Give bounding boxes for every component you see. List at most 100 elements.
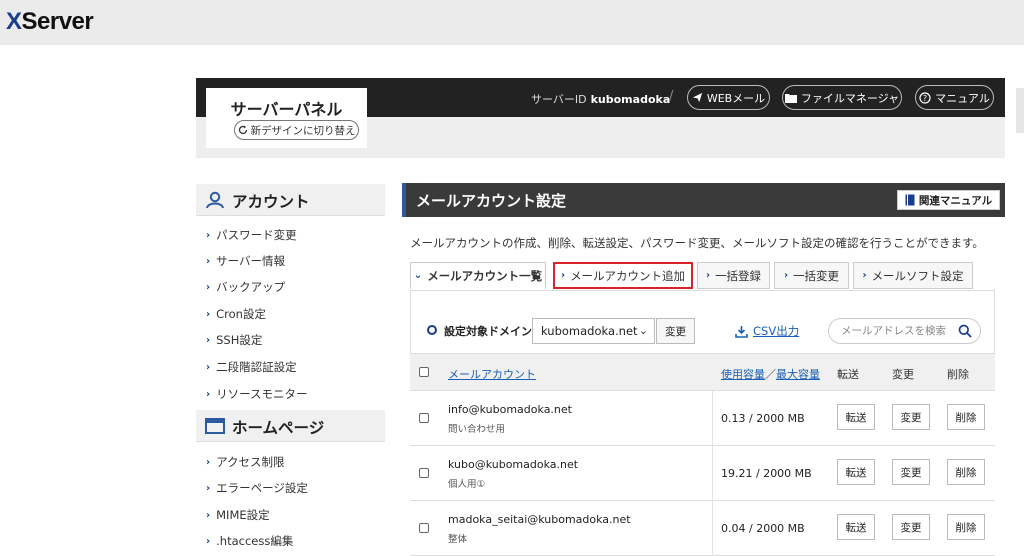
table-row: madoka_seitai@kubomadoka.net 整体 0.04 / 2… [410,501,995,556]
chevron-right-icon: › [206,281,211,293]
table-header: メールアカウント 使用容量／最大容量 転送 変更 削除 [410,353,995,391]
chevron-down-icon: ⌄ [638,324,648,337]
row-usage: 0.04 / 2000 MB [721,522,805,535]
csv-export-link[interactable]: CSV出力 [735,323,799,339]
sidebar-item-htaccess[interactable]: › .htaccess編集 [206,533,293,549]
edge-panel [1016,88,1024,133]
sidebar-item-resource-monitor[interactable]: › リソースモニター [206,386,308,402]
sidebar-item-backup[interactable]: › バックアップ [206,279,285,295]
sidebar-item-mime[interactable]: › MIME設定 [206,507,270,523]
table-row: kubo@kubomadoka.net 個人用① 19.21 / 2000 MB… [410,446,995,501]
delete-button[interactable]: 削除 [947,404,985,430]
tab-mail-software[interactable]: › メールソフト設定 [853,262,973,289]
folder-icon [784,93,797,103]
change-button[interactable]: 変更 [892,514,930,540]
header-separator: / [669,89,674,104]
sidebar-item-server-info[interactable]: › サーバー情報 [206,253,285,269]
chevron-right-icon: › [206,509,211,521]
download-icon [735,325,748,338]
column-divider [712,391,713,446]
page-title: サーバーパネル [230,100,343,119]
server-id: サーバーID kubomadoka [531,93,671,106]
domain-radio[interactable] [427,325,437,335]
forward-button[interactable]: 転送 [837,459,875,485]
row-email: madoka_seitai@kubomadoka.net [448,513,631,526]
sidebar-section-homepage: ホームページ [196,410,385,442]
chevron-right-icon: › [783,270,789,281]
xserver-logo[interactable]: XServer [6,8,94,36]
row-checkbox[interactable] [419,413,429,423]
forward-button[interactable]: 転送 [837,514,875,540]
search-box [828,318,981,344]
sidebar-item-cron[interactable]: › Cron設定 [206,306,266,322]
chevron-right-icon: › [206,482,211,494]
user-icon [206,191,224,209]
row-checkbox[interactable] [419,468,429,478]
help-circle-icon: ? [919,91,931,104]
column-usage: 使用容量／最大容量 [721,368,820,381]
webmail-button[interactable]: WEBメール [687,85,770,110]
sidebar-section-account: アカウント [196,184,385,216]
table-row: info@kubomadoka.net 問い合わせ用 0.13 / 2000 M… [410,391,995,446]
refresh-icon [238,125,247,135]
change-button[interactable]: 変更 [892,459,930,485]
server-panel-box: サーバーパネル 新デザインに切り替え [206,88,367,148]
forward-button[interactable]: 転送 [837,404,875,430]
tab-account-list[interactable]: ⌄ メールアカウント一覧 [410,262,546,289]
domain-change-button[interactable]: 変更 [656,318,695,344]
column-account[interactable]: メールアカウント [448,366,536,382]
chevron-right-icon: › [705,270,711,281]
chevron-right-icon: › [206,388,211,400]
delete-button[interactable]: 削除 [947,514,985,540]
sidebar-item-access-limit[interactable]: › アクセス制限 [206,454,285,470]
sort-max-link[interactable]: 最大容量 [776,368,820,381]
chevron-right-icon: › [206,229,211,241]
tab-bulk-change[interactable]: › 一括変更 [774,262,849,289]
svg-text:?: ? [923,94,927,103]
row-memo: 整体 [448,534,468,545]
top-bar: XServer [0,0,1024,45]
select-all-checkbox[interactable] [419,367,429,377]
row-memo: 個人用① [448,479,486,490]
chevron-right-icon: › [206,334,211,346]
column-divider [712,501,713,556]
sidebar-item-password[interactable]: › パスワード変更 [206,227,297,243]
chevron-right-icon: › [206,535,211,547]
send-icon [692,92,702,103]
domain-label: 設定対象ドメイン [444,325,532,338]
chevron-right-icon: › [206,456,211,468]
tab-add-account[interactable]: › メールアカウント追加 [553,262,693,289]
column-forward: 転送 [837,368,859,381]
chevron-down-icon: ⌄ [413,270,423,281]
sidebar-item-error-page[interactable]: › エラーページ設定 [206,480,308,496]
search-input[interactable] [841,323,951,339]
switch-new-design-button[interactable]: 新デザインに切り替え [234,120,359,140]
sidebar-item-ssh[interactable]: › SSH設定 [206,332,262,348]
related-manual-button[interactable]: 関連マニュアル [897,190,1000,210]
manual-button[interactable]: ? マニュアル [915,85,994,110]
window-icon [205,418,225,434]
chevron-right-icon: › [862,270,867,281]
search-icon[interactable] [958,324,972,338]
section-header: メールアカウント設定 関連マニュアル [402,183,1005,217]
section-description: メールアカウントの作成、削除、転送設定、パスワード変更、メールソフト設定の確認を… [410,236,984,250]
domain-select[interactable]: kubomadoka.net ⌄ [532,318,655,344]
file-manager-button[interactable]: ファイルマネージャ [782,85,902,110]
change-button[interactable]: 変更 [892,404,930,430]
section-title: メールアカウント設定 [416,192,567,210]
chevron-right-icon: › [206,255,211,267]
chevron-right-icon: › [560,270,566,281]
sidebar-item-2fa[interactable]: › 二段階認証設定 [206,359,297,375]
row-email: info@kubomadoka.net [448,403,572,416]
row-checkbox[interactable] [419,523,429,533]
row-usage: 0.13 / 2000 MB [721,412,805,425]
row-usage: 19.21 / 2000 MB [721,467,812,480]
delete-button[interactable]: 削除 [947,459,985,485]
column-change: 変更 [892,368,914,381]
row-memo: 問い合わせ用 [448,424,506,435]
column-delete: 削除 [947,368,969,381]
row-email: kubo@kubomadoka.net [448,458,579,471]
tab-bulk-register[interactable]: › 一括登録 [697,262,770,289]
sort-usage-link[interactable]: 使用容量 [721,368,765,381]
book-icon [905,194,915,206]
